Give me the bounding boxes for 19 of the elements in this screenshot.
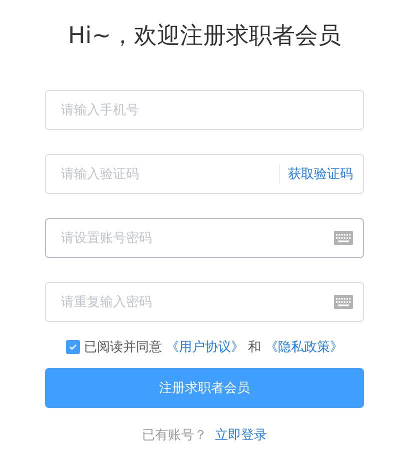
agree-label: 已阅读并同意 [84, 339, 162, 356]
input-field[interactable]: 请设置账号密码 [45, 218, 364, 258]
keyboard-icon[interactable] [334, 231, 353, 245]
text-input[interactable]: 请设置账号密码 [61, 219, 334, 257]
text-input[interactable]: 请重复输入密码 [61, 283, 334, 321]
page-title: Hi~，欢迎注册求职者会员 [68, 22, 341, 51]
get-code-link[interactable]: 获取验证码 [288, 165, 353, 183]
check-icon [69, 344, 77, 350]
agree-checkbox[interactable] [66, 340, 80, 354]
keyboard-icon[interactable] [334, 295, 353, 309]
user-agreement-link[interactable]: 《用户协议》 [166, 338, 244, 356]
input-field[interactable]: 请输入验证码 获取验证码 [45, 154, 364, 194]
login-link[interactable]: 立即登录 [215, 426, 267, 444]
register-button[interactable]: 注册求职者会员 [45, 368, 364, 408]
input-field[interactable]: 请重复输入密码 [45, 282, 364, 322]
and-label: 和 [248, 339, 261, 356]
account-prompt: 已有账号？ [142, 427, 207, 444]
text-input[interactable]: 请输入验证码 [61, 155, 279, 193]
privacy-policy-link[interactable]: 《隐私政策》 [265, 338, 343, 356]
